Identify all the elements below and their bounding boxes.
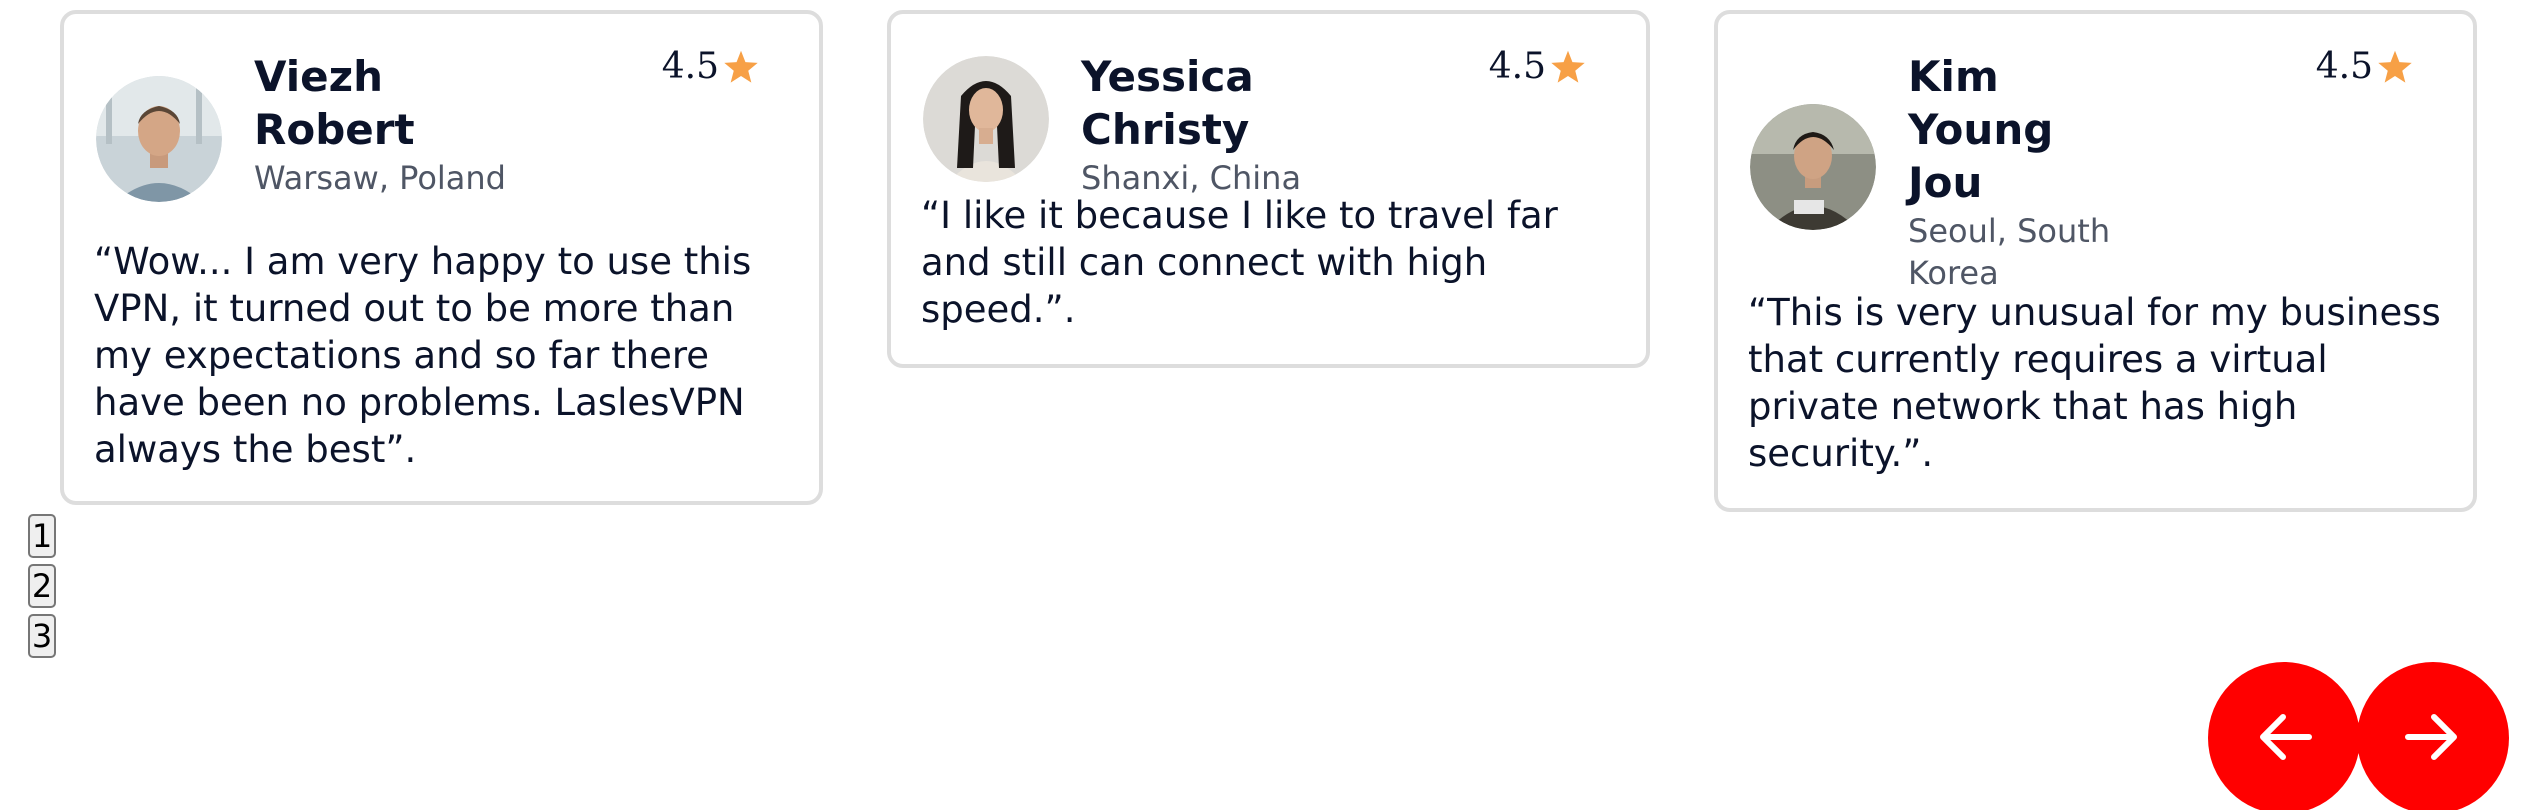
avatar xyxy=(923,56,1049,182)
rating-value: 4.5 xyxy=(1488,46,1546,87)
arrow-right-icon xyxy=(2404,712,2462,765)
reviewer-location: Seoul, South Korea xyxy=(1908,212,2111,292)
avatar xyxy=(1750,104,1876,230)
rating-value: 4.5 xyxy=(2315,46,2373,87)
reviewer-name: Yessica Christy xyxy=(1081,52,1254,154)
testimonial-card: Yessica Christy Shanxi, China 4.5 “I lik… xyxy=(887,10,1650,368)
rating: 4.5 xyxy=(2316,47,2413,87)
page-button-3[interactable]: 3 xyxy=(28,614,56,658)
rating-value: 4.5 xyxy=(661,46,719,87)
previous-button[interactable] xyxy=(2208,662,2360,810)
testimonial-card: Viezh Robert Warsaw, Poland 4.5 “Wow... … xyxy=(60,10,823,505)
star-icon xyxy=(2377,50,2413,84)
page-button-2[interactable]: 2 xyxy=(28,564,56,608)
rating: 4.5 xyxy=(1489,47,1586,87)
next-button[interactable] xyxy=(2357,662,2509,810)
testimonial-quote: “Wow... I am very happy to use this VPN,… xyxy=(94,240,752,471)
rating: 4.5 xyxy=(662,47,759,87)
testimonial-quote: “This is very unusual for my business th… xyxy=(1748,291,2441,475)
star-icon xyxy=(723,50,759,84)
avatar xyxy=(96,76,222,202)
reviewer-name: Kim Young Jou xyxy=(1908,52,2054,207)
reviewer-name: Viezh Robert xyxy=(254,52,415,154)
page-button-1[interactable]: 1 xyxy=(28,514,56,558)
reviewer-location: Warsaw, Poland xyxy=(254,159,506,197)
testimonial-card: Kim Young Jou Seoul, South Korea 4.5 “Th… xyxy=(1714,10,2477,512)
testimonial-quote: “I like it because I like to travel far … xyxy=(921,194,1558,331)
arrow-left-icon xyxy=(2255,712,2313,765)
star-icon xyxy=(1550,50,1586,84)
